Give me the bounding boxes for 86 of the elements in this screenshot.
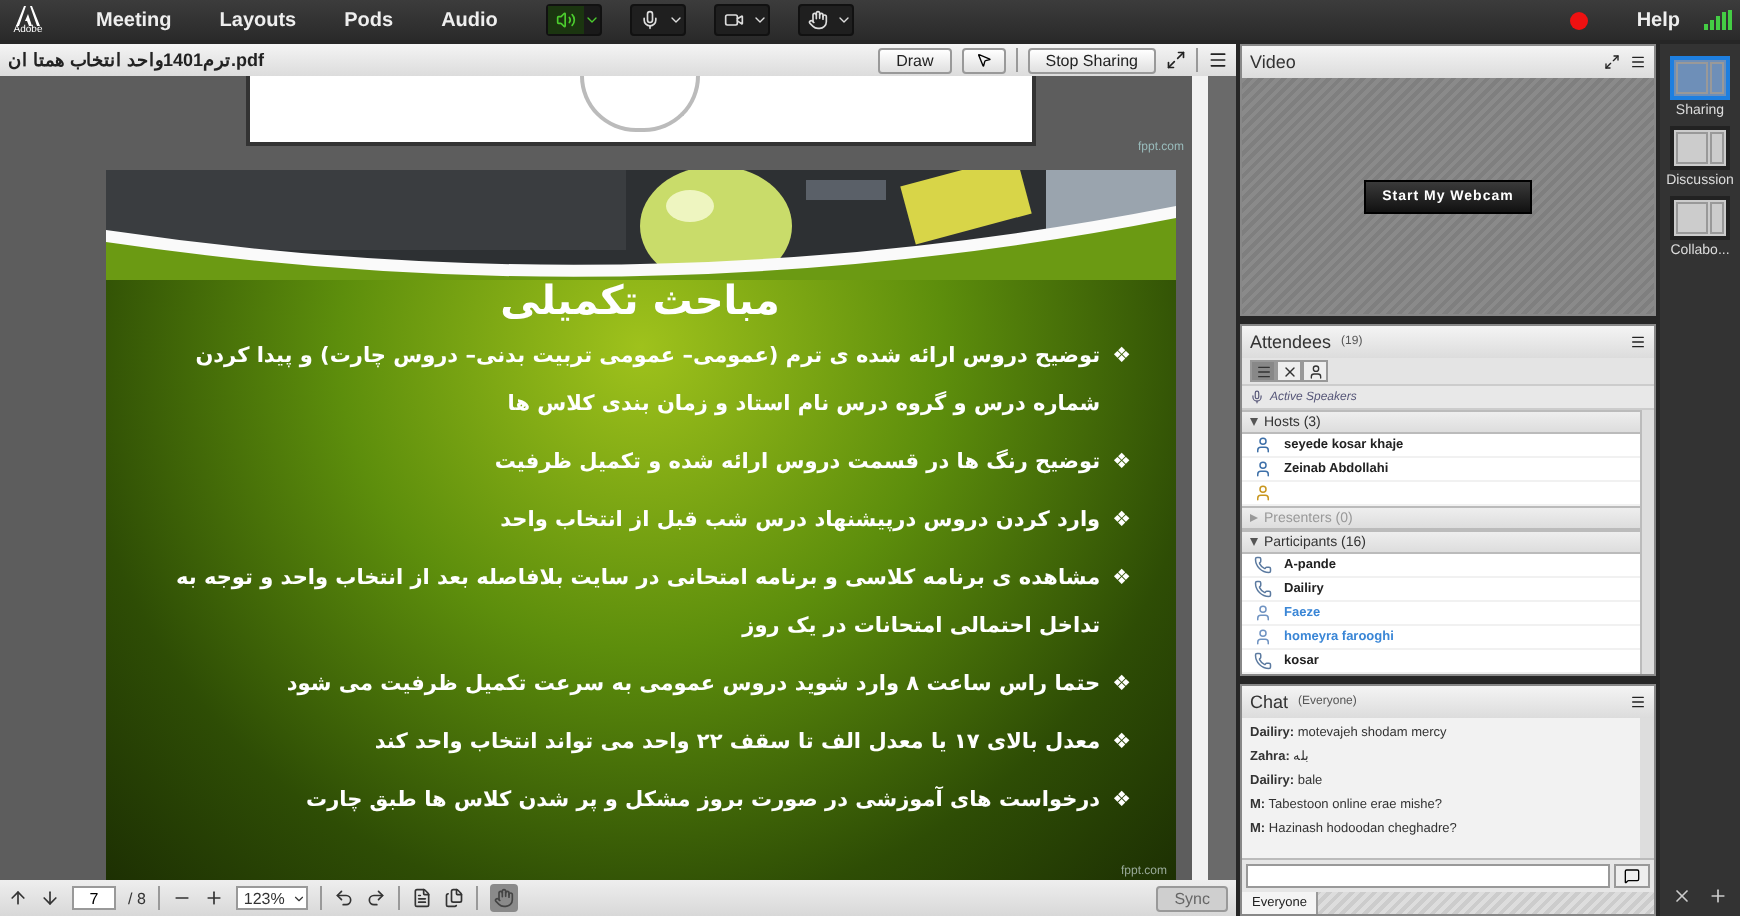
stop-sharing-button[interactable]: Stop Sharing [1027, 47, 1156, 73]
bullet-marker: ❖ [1112, 670, 1131, 700]
phone-icon [1254, 556, 1272, 574]
speaker-icon [1250, 390, 1264, 404]
mic-button[interactable] [629, 4, 686, 36]
scrollbar[interactable] [1640, 410, 1654, 674]
zoom-in-icon[interactable] [203, 888, 224, 908]
send-button[interactable] [1614, 864, 1650, 888]
document-title: ترم1401واحد انتخاب همتا ان.pdf [8, 50, 265, 70]
person-icon [1254, 604, 1272, 622]
scrollbar[interactable] [1192, 76, 1208, 880]
person-icon [1254, 628, 1272, 646]
bullet-text: معدل بالای ۱۷ یا معدل الف تا سقف ۲۲ واحد می تواند انتخاب واحد کند [374, 728, 1101, 758]
person-icon [1254, 484, 1272, 502]
grid-view-button[interactable] [1276, 360, 1302, 382]
caret-icon [667, 12, 684, 28]
fullscreen-icon[interactable] [1166, 50, 1186, 70]
undo-icon[interactable] [333, 888, 354, 908]
pages-icon[interactable] [443, 888, 464, 908]
redo-icon[interactable] [365, 888, 386, 908]
caret-icon [835, 12, 852, 28]
draw-button[interactable]: Draw [878, 47, 952, 73]
bullet-text: وارد کردن دروس درپیشنهاد درس شب قبل از انتخاب واحد [500, 506, 1101, 536]
cross-icon [1281, 363, 1297, 379]
bullet-marker: ❖ [1112, 786, 1131, 816]
chat-input[interactable] [1246, 864, 1610, 888]
menu-icon[interactable] [1630, 694, 1646, 710]
pointer-button[interactable] [961, 47, 1006, 73]
menu-item[interactable]: Meeting [76, 9, 192, 31]
microphone-icon [639, 10, 660, 30]
status-button[interactable] [797, 4, 854, 36]
bullet-marker: ❖ [1112, 342, 1131, 372]
layout-thumbnail[interactable] [1669, 126, 1730, 170]
person-icon [1307, 363, 1323, 379]
layout-thumbnail[interactable] [1670, 196, 1730, 240]
bullet-text: توضیح دروس ارائه شده ی ترم (عمومی– عمومی تربیت بدنی– دروس چارت) و پیدا کردن شماره درس و گروه درس نام استاد و زمان بندی کلاس ها [193, 342, 1101, 420]
bullet-text: توضیح رنگ ها در قسمت دروس ارائه شده و تکمیل ظرفیت [494, 447, 1101, 478]
next-page-icon[interactable] [40, 888, 60, 908]
speaker-icon [555, 10, 576, 30]
menu-item[interactable]: Audio [421, 9, 518, 31]
bullet-marker: ❖ [1112, 448, 1131, 478]
list-view-button[interactable] [1250, 360, 1276, 382]
add-icon[interactable] [1708, 886, 1728, 906]
zoom-dropdown[interactable]: 123% [235, 886, 308, 910]
previous-page-icon[interactable] [8, 888, 28, 908]
help-menu[interactable]: Help [1636, 9, 1680, 31]
caret-icon [291, 891, 306, 905]
slide-title: مباحث تکمیلی [498, 276, 782, 324]
webcam-button[interactable] [713, 4, 770, 36]
person-icon [1254, 436, 1272, 454]
status-view-button[interactable] [1302, 360, 1328, 382]
list-icon [1255, 363, 1271, 379]
page-icon[interactable] [411, 888, 432, 908]
layout-thumbnail[interactable] [1670, 56, 1730, 100]
page-total: / 8 [128, 889, 146, 907]
page-field[interactable]: 7 [72, 886, 116, 910]
bullet-text: مشاهده ی برنامه کلاسی و برنامه امتحانی در سایت بلافاصله بعد از انتخاب واحد و توجه به تداخل احتمالی امتحانات در یک روز [174, 564, 1101, 642]
bullet-text: درخواست های آموزشی در صورت بروز مشکل و پر شدن کلاس ها طبق چارت [306, 784, 1101, 816]
person-icon [1254, 460, 1272, 478]
caret-icon [751, 12, 768, 28]
hand-icon [807, 10, 828, 30]
pod-title: Attendees [1250, 332, 1332, 352]
speaker-button[interactable] [545, 4, 602, 36]
signal-icon [1704, 10, 1732, 30]
menu-icon[interactable] [1630, 334, 1646, 350]
bullet-marker: ❖ [1112, 564, 1131, 594]
sync-button[interactable]: Sync [1156, 885, 1228, 911]
menu-icon[interactable] [1208, 50, 1228, 70]
webcam-icon [723, 10, 744, 30]
close-icon[interactable] [1672, 886, 1692, 906]
menu-item[interactable]: Layouts [199, 9, 317, 31]
speech-bubble-icon [1624, 868, 1640, 884]
menu-icon[interactable] [1630, 54, 1646, 70]
caret-icon [583, 12, 600, 28]
pod-title: Chat [1250, 692, 1289, 712]
hand-tool[interactable] [489, 884, 518, 912]
menu-item[interactable]: Pods [324, 9, 414, 31]
pod-title: Video [1250, 52, 1296, 72]
bullet-text: حتما راس ساعت ۸ وارد شوید دروس عمومی به سرعت تکمیل ظرفیت می شود [286, 670, 1101, 700]
phone-icon [1254, 580, 1272, 598]
bullet-marker: ❖ [1112, 728, 1131, 758]
fullscreen-icon[interactable] [1604, 54, 1620, 70]
bullet-marker: ❖ [1112, 506, 1131, 536]
pointer-icon [975, 52, 992, 68]
hand-icon [493, 888, 514, 908]
phone-icon [1254, 652, 1272, 670]
